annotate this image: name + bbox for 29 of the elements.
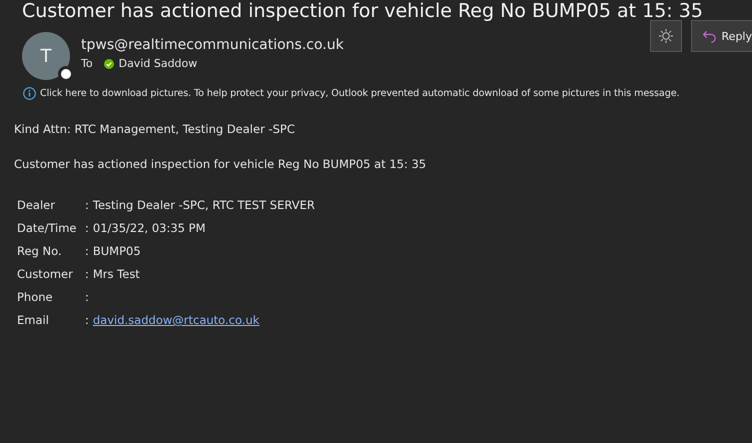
- field-label: Date/Time: [17, 220, 78, 237]
- recipient-name[interactable]: David Saddow: [118, 57, 198, 70]
- download-pictures-link[interactable]: Click here to download pictures. To help protect your privacy, Outlook prevented automatic download of some pictures in this message.: [40, 88, 680, 99]
- message-text: Customer has actioned inspection for vehicle Reg No BUMP05 at 15: 35: [14, 157, 428, 171]
- to-label: To: [81, 57, 93, 70]
- reply-icon: [702, 28, 718, 44]
- field-label: Customer: [17, 266, 74, 283]
- field-value: Mrs Test: [92, 266, 140, 283]
- theme-toggle-button[interactable]: [650, 20, 682, 52]
- field-label: Email: [17, 312, 50, 329]
- separator: :: [85, 266, 89, 283]
- field-value: BUMP05: [92, 243, 141, 260]
- field-label: Phone: [17, 289, 54, 306]
- field-value: Testing Dealer -SPC, RTC TEST SERVER: [92, 197, 315, 214]
- email-link[interactable]: david.saddow@rtcauto.co.uk: [92, 312, 260, 329]
- greeting-text: Kind Attn: RTC Management, Testing Dealer -SPC: [14, 122, 296, 136]
- separator: :: [85, 220, 89, 237]
- sender-address: tpws@realtimecommunications.co.uk: [81, 36, 344, 54]
- info-icon: [23, 87, 36, 100]
- separator: :: [85, 243, 89, 260]
- field-value: 01/35/22, 03:35 PM: [92, 220, 206, 237]
- email-subject: Customer has actioned inspection for vehicle Reg No BUMP05 at 15: 35: [21, 0, 704, 22]
- field-label: Reg No.: [17, 243, 63, 260]
- separator: :: [85, 312, 89, 329]
- field-label: Dealer: [17, 197, 56, 214]
- sun-icon: [658, 28, 674, 44]
- reply-button[interactable]: Reply: [691, 20, 752, 52]
- separator: :: [85, 289, 89, 306]
- separator: :: [85, 197, 89, 214]
